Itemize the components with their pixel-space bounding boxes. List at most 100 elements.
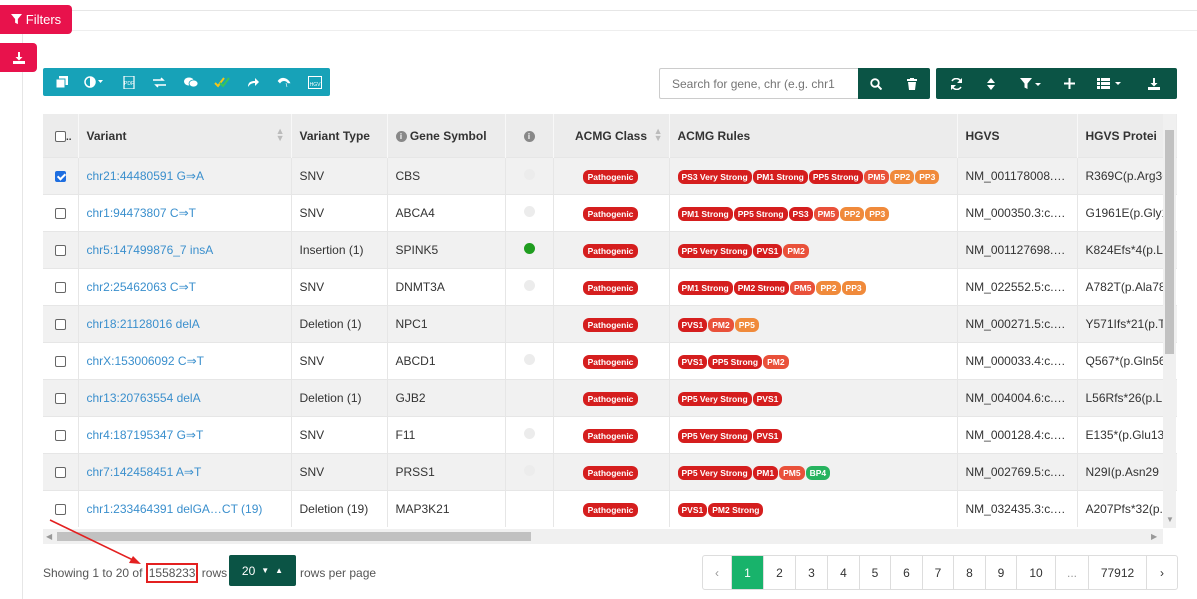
acmg-rule-badge: PVS1 [677,502,708,517]
variant-link[interactable]: chr4:187195347 G⇒T [78,416,292,454]
variant-link[interactable]: chr5:147499876_7 insA [78,231,292,269]
acmg-class-badge: Pathogenic [582,428,639,443]
page-button[interactable]: 6 [891,556,923,589]
sort-icon[interactable] [974,68,1008,99]
dolphin-icon[interactable] [268,68,299,96]
table-row[interactable]: chr2:25462063 C⇒T SNV DNMT3A Pathogenic PM1 … [43,268,1177,306]
row-checkbox[interactable] [55,171,66,183]
horizontal-scrollbar-thumb[interactable] [57,532,531,541]
page-button[interactable]: 1 [732,556,764,589]
table-row[interactable]: chr5:147499876_7 insA Insertion (1) SPINK5… [43,231,1177,269]
share-icon[interactable] [237,68,268,96]
row-select-cell[interactable] [43,231,79,269]
row-select-cell[interactable] [43,453,79,491]
download-icon[interactable] [1136,68,1172,99]
comments-icon[interactable] [175,68,206,96]
row-select-cell[interactable] [43,268,79,306]
clear-search-button[interactable] [894,68,930,99]
pdf-icon[interactable]: PDF [113,68,144,96]
row-select-cell[interactable] [43,416,79,454]
acmg-rule-badge: PP3 [841,280,866,295]
table-row[interactable]: chr21:44480591 G⇒A SNV CBS Pathogenic PS3 Ve… [43,157,1177,195]
filters-button[interactable]: Filters [0,5,72,34]
row-checkbox[interactable] [55,282,66,294]
scroll-left-icon[interactable]: ◀ [46,532,52,541]
column-header-status[interactable]: i [505,114,554,158]
copy-icon[interactable] [49,68,75,96]
list-icon[interactable] [1084,68,1136,99]
column-header-gene-symbol[interactable]: i Gene Symbol [387,114,506,158]
column-header-hgvs-protein[interactable]: HGVS Protei [1077,114,1177,158]
hgv-icon[interactable]: HGV [299,68,330,96]
acmg-rules-cell: PVS1 PM2 PP5 [669,305,958,343]
download-side-button[interactable] [0,43,37,72]
page-button[interactable]: 9 [986,556,1017,589]
select-all-checkbox[interactable] [55,130,66,142]
variant-link[interactable]: chr1:94473807 C⇒T [78,194,292,232]
table-row[interactable]: chr7:142458451 A⇒T SNV PRSS1 Pathogenic PP5 … [43,453,1177,491]
variant-link[interactable]: chr1:233464391 delGA…CT (19) [78,490,292,527]
page-button[interactable]: 7 [923,556,954,589]
column-header-variant-type[interactable]: Variant Type [291,114,388,158]
search-button[interactable] [858,68,894,99]
table-row[interactable]: chr13:20763554 delA Deletion (1) GJB2 Patho… [43,379,1177,417]
info-icon[interactable]: i [395,130,407,142]
variant-link[interactable]: chrX:153006092 C⇒T [78,342,292,380]
row-checkbox[interactable] [55,208,66,220]
column-header-variant[interactable]: Variant ▲ ▼ [78,114,292,158]
vertical-scrollbar[interactable]: ▼ [1163,114,1176,528]
vertical-scrollbar-thumb[interactable] [1165,130,1174,354]
variant-link[interactable]: chr18:21128016 delA [78,305,292,343]
row-checkbox[interactable] [55,356,66,368]
variant-link[interactable]: chr2:25462063 C⇒T [78,268,292,306]
variant-link[interactable]: chr13:20763554 delA [78,379,292,417]
page-button[interactable]: 4 [828,556,860,589]
select-all-header[interactable]: .. [43,114,79,158]
row-checkbox[interactable] [55,467,66,479]
plus-icon[interactable] [1054,68,1084,99]
page-button[interactable]: 77912 [1089,556,1147,589]
filter-icon[interactable] [1008,68,1054,99]
search-input[interactable] [659,68,858,99]
row-select-cell[interactable] [43,157,79,195]
info-icon[interactable]: i [523,130,535,142]
variant-link[interactable]: chr21:44480591 G⇒A [78,157,292,195]
double-check-icon[interactable] [206,68,237,96]
table-row[interactable]: chr18:21128016 delA Deletion (1) NPC1 Patho… [43,305,1177,343]
table-row[interactable]: chrX:153006092 C⇒T SNV ABCD1 Pathogenic PVS1… [43,342,1177,380]
row-select-cell[interactable] [43,490,79,527]
row-select-cell[interactable] [43,342,79,380]
page-button[interactable]: 5 [860,556,891,589]
scroll-down-icon[interactable]: ▼ [1166,515,1174,524]
contrast-icon[interactable] [75,68,113,96]
horizontal-scrollbar[interactable]: ◀ ▶ [43,529,1163,544]
row-select-cell[interactable] [43,379,79,417]
page-button[interactable]: 10 [1017,556,1056,589]
row-checkbox[interactable] [55,245,66,257]
next-page-button[interactable]: › [1147,556,1177,589]
status-cell [505,305,554,343]
rows-per-page-dropdown[interactable]: 20 ▼ ▲ [229,555,296,586]
refresh-icon[interactable] [938,68,974,99]
table-row[interactable]: chr1:233464391 delGA…CT (19) Deletion (19… [43,490,1177,527]
page-button[interactable]: 8 [954,556,986,589]
page-button[interactable]: 2 [764,556,796,589]
row-checkbox[interactable] [55,319,66,331]
row-checkbox[interactable] [55,393,66,405]
page-button[interactable]: 3 [796,556,828,589]
swap-icon[interactable] [144,68,175,96]
row-checkbox[interactable] [55,504,66,516]
column-header-hgvs[interactable]: HGVS [957,114,1078,158]
column-header-acmg-class[interactable]: ACMG Class ▲ ▼ [553,114,670,158]
row-select-cell[interactable] [43,305,79,343]
table-row[interactable]: chr1:94473807 C⇒T SNV ABCA4 Pathogenic PM1 S… [43,194,1177,232]
column-header-acmg-rules[interactable]: ACMG Rules [669,114,958,158]
table-row[interactable]: chr4:187195347 G⇒T SNV F11 Pathogenic PP5 Ve… [43,416,1177,454]
row-select-cell[interactable] [43,194,79,232]
hgvs-cell: NM_022552.5:c.… [957,268,1078,306]
row-checkbox[interactable] [55,430,66,442]
sort-icon: ▲ ▼ [275,126,285,143]
variant-link[interactable]: chr7:142458451 A⇒T [78,453,292,491]
scroll-right-icon[interactable]: ▶ [1151,532,1157,541]
prev-page-button[interactable]: ‹ [703,556,732,589]
